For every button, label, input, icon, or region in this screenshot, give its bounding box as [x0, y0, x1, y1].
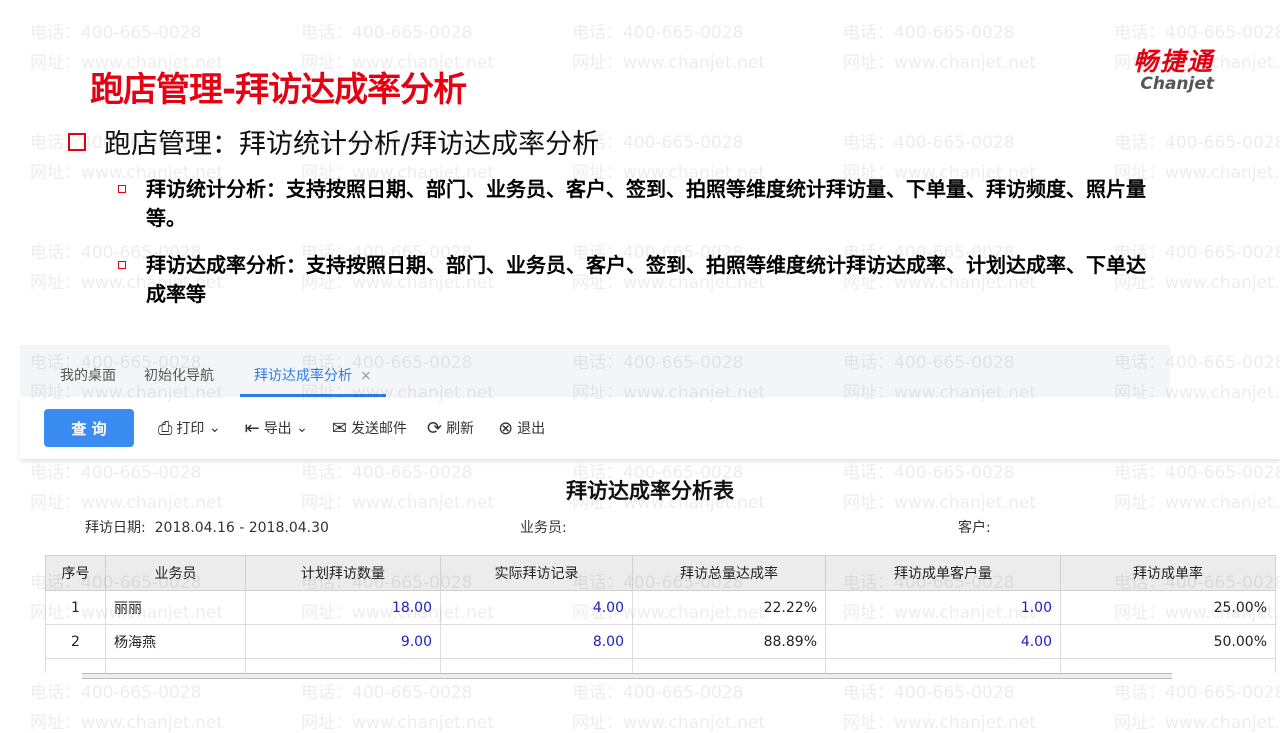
table-cell [825, 658, 1061, 673]
bullet-square-icon [68, 132, 86, 151]
close-icon[interactable]: × [360, 368, 372, 384]
table-cell [632, 658, 826, 673]
main-bullet-text: 跑店管理：拜访统计分析/拜访达成率分析 [104, 129, 600, 160]
watermark-text: 电话：400-665-0028 [1114, 23, 1280, 43]
export-icon: ⇤ [244, 417, 260, 439]
printer-icon: ⎙ [158, 417, 173, 439]
table-cell [440, 658, 633, 673]
chanjet-logo: 畅捷通 Chanjet [1132, 47, 1214, 94]
email-label: 发送邮件 [350, 421, 407, 437]
table-cell [245, 658, 441, 673]
table-cell [1060, 658, 1276, 673]
column-header[interactable]: 实际拜访记录 [440, 555, 633, 591]
table-cell: 2 [45, 624, 106, 659]
table-cell: 4.00 [825, 624, 1061, 659]
refresh-button[interactable]: ⟳ 刷新 [427, 418, 474, 439]
send-email-button[interactable]: ✉ 发送邮件 [332, 418, 407, 439]
refresh-icon: ⟳ [426, 417, 443, 439]
export-label: 导出 [263, 421, 292, 437]
watermark-text: 网址：www.chanjet.net [572, 53, 766, 73]
table-row[interactable]: 1 丽丽 18.00 4.00 22.22% 1.00 25.00% [45, 590, 1276, 625]
table-cell: 丽丽 [105, 590, 246, 625]
salesman-filter: 业务员: [520, 520, 567, 536]
horizontal-scrollbar[interactable] [82, 673, 1172, 679]
exit-label: 退出 [517, 421, 546, 437]
customer-filter: 客户: [958, 520, 991, 536]
table-cell: 88.89% [632, 624, 826, 659]
bullet-icon [118, 261, 126, 269]
table-cell: 杨海燕 [105, 624, 246, 659]
table-cell [105, 658, 246, 673]
export-button[interactable]: ⇤ 导出 ⌄ [245, 418, 308, 439]
table-cell: 1 [45, 590, 106, 625]
sub-bullet-text: 拜访达成率分析：支持按照日期、部门、业务员、客户、签到、拍照等维度统计拜访达成率… [146, 253, 1146, 306]
watermark-text: 电话：400-665-0028 [843, 133, 1015, 153]
watermark-text: 电话：400-665-0028 [30, 23, 202, 43]
print-button[interactable]: ⎙ 打印 ⌄ [158, 418, 221, 439]
table-cell: 50.00% [1060, 624, 1276, 659]
table-cell: 25.00% [1060, 590, 1276, 625]
date-filter: 拜访日期: 2018.04.16 - 2018.04.30 [85, 517, 329, 537]
report-title: 拜访达成率分析表 [566, 479, 734, 503]
toolbar: 查 询 ⎙ 打印 ⌄ ⇤ 导出 ⌄ ✉ 发送邮件 ⟳ 刷新 ⊗ 退出 [20, 397, 1280, 459]
tab-bar: 我的桌面 初始化导航 拜访达成率分析 × [20, 345, 1170, 397]
table-cell: 9.00 [245, 624, 441, 659]
close-circle-icon: ⊗ [498, 417, 514, 439]
watermark-text: 电话：400-665-0028 [572, 23, 744, 43]
sub-bullet-2: 拜访达成率分析：支持按照日期、部门、业务员、客户、签到、拍照等维度统计拜访达成率… [118, 251, 1158, 309]
tab-desktop[interactable]: 我的桌面 [46, 365, 130, 397]
table-cell [45, 658, 106, 673]
app-screenshot: 我的桌面 初始化导航 拜访达成率分析 × 查 询 ⎙ 打印 ⌄ ⇤ 导出 ⌄ ✉ 发送邮… [20, 345, 1280, 720]
report-table: 序号 业务员 计划拜访数量 实际拜访记录 拜访总量达成率 拜访成单客户量 拜访成单率 1 丽丽… [45, 555, 1276, 673]
table-cell: 4.00 [440, 590, 633, 625]
query-button[interactable]: 查 询 [44, 409, 134, 447]
tab-visit-rate[interactable]: 拜访达成率分析 × [240, 365, 386, 397]
table-cell: 8.00 [440, 624, 633, 659]
date-value: 2018.04.16 - 2018.04.30 [154, 520, 329, 536]
watermark-text: 电话：400-665-0028 [843, 23, 1015, 43]
column-header[interactable]: 业务员 [105, 555, 246, 591]
bullet-icon [118, 185, 126, 193]
table-row[interactable]: 2 杨海燕 9.00 8.00 88.89% 4.00 50.00% [45, 624, 1276, 659]
watermark-text: 电话：400-665-0028 [301, 23, 473, 43]
sub-bullet-1: 拜访统计分析：支持按照日期、部门、业务员、客户、签到、拍照等维度统计拜访量、下单… [118, 175, 1158, 233]
chevron-down-icon: ⌄ [204, 420, 221, 436]
column-header[interactable]: 拜访总量达成率 [632, 555, 826, 591]
watermark-text: 网址：www.chanjet.net [843, 53, 1037, 73]
refresh-label: 刷新 [446, 421, 475, 437]
table-cell: 22.22% [632, 590, 826, 625]
print-label: 打印 [176, 421, 205, 437]
sub-bullet-text: 拜访统计分析：支持按照日期、部门、业务员、客户、签到、拍照等维度统计拜访量、下单… [146, 177, 1146, 230]
tab-init-nav[interactable]: 初始化导航 [130, 365, 228, 397]
tab-label: 拜访达成率分析 [254, 368, 352, 384]
column-header[interactable]: 拜访成单率 [1060, 555, 1276, 591]
column-header[interactable]: 计划拜访数量 [245, 555, 441, 591]
column-header[interactable]: 拜访成单客户量 [825, 555, 1061, 591]
empty-row [45, 658, 1276, 673]
table-cell: 1.00 [825, 590, 1061, 625]
exit-button[interactable]: ⊗ 退出 [498, 418, 545, 439]
mail-icon: ✉ [331, 417, 347, 439]
column-header[interactable]: 序号 [45, 555, 106, 591]
slide-title: 跑店管理-拜访达成率分析 [90, 70, 467, 110]
date-label: 拜访日期: [85, 520, 146, 536]
main-bullet: 跑店管理：拜访统计分析/拜访达成率分析 [68, 122, 599, 161]
table-cell: 18.00 [245, 590, 441, 625]
chevron-down-icon: ⌄ [291, 420, 308, 436]
watermark-text: 电话：400-665-0028 [1114, 133, 1280, 153]
